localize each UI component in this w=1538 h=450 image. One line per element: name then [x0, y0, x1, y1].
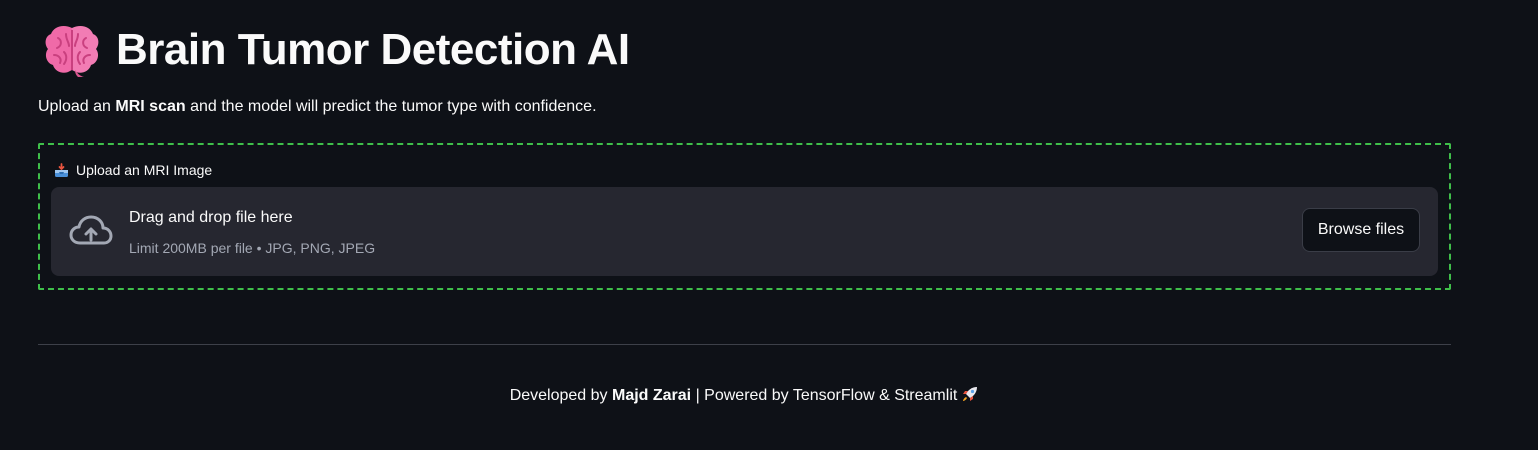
intro-suffix: and the model will predict the tumor typ…	[185, 98, 597, 115]
app-page: Brain Tumor Detection AI Upload an MRI s…	[0, 0, 1538, 450]
intro-bold: MRI scan	[115, 98, 186, 115]
page-title: Brain Tumor Detection AI	[116, 25, 630, 74]
brain-icon	[45, 26, 99, 77]
footer-suffix: Powered by TensorFlow & Streamlit	[704, 387, 958, 404]
file-dropzone[interactable]: Drag and drop file here Limit 200MB per …	[51, 187, 1438, 276]
rocket-icon	[963, 387, 978, 401]
cloud-upload-icon	[69, 215, 113, 245]
file-limit-hint: Limit 200MB per file • JPG, PNG, JPEG	[129, 240, 376, 256]
intro-prefix: Upload an	[38, 98, 116, 115]
footer-separator: |	[691, 387, 705, 404]
title-row: Brain Tumor Detection AI	[42, 20, 630, 80]
footer-credits: Developed by Majd Zarai | Powered by Ten…	[38, 385, 1451, 405]
uploader-label-text: Upload an MRI Image	[76, 162, 213, 178]
intro-text: Upload an MRI scan and the model will pr…	[38, 98, 597, 116]
footer-divider	[38, 344, 1451, 345]
uploader-label: Upload an MRI Image	[54, 162, 212, 178]
upload-section: Upload an MRI Image Drag and drop file h…	[38, 143, 1451, 290]
inbox-tray-icon	[55, 162, 68, 177]
drop-instruction: Drag and drop file here	[129, 209, 293, 226]
footer-author: Majd Zarai	[611, 387, 692, 404]
footer-prefix: Developed by	[509, 387, 612, 404]
browse-files-button[interactable]: Browse files	[1302, 208, 1420, 252]
